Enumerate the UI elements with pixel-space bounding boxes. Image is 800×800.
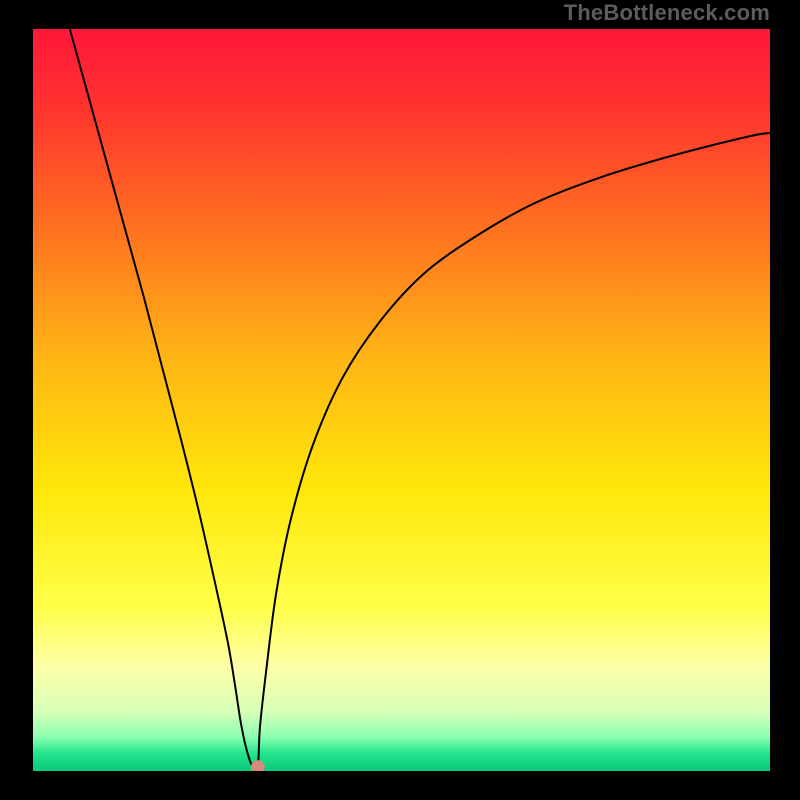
- watermark-text: TheBottleneck.com: [564, 0, 770, 26]
- chart-svg: [33, 29, 770, 771]
- plot-area: [33, 29, 770, 771]
- chart-frame: TheBottleneck.com: [0, 0, 800, 800]
- gradient-background: [33, 29, 770, 771]
